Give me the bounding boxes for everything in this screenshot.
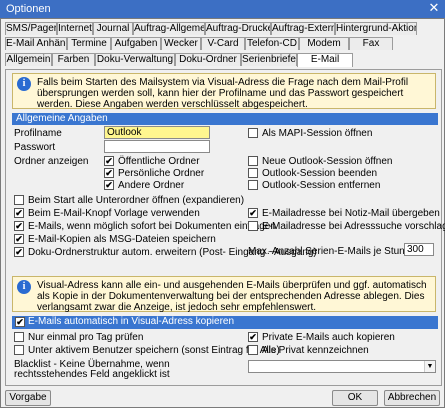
checkbox-label-outlook-session-entfernen: Outlook-Session entfernen	[262, 180, 381, 191]
tab-termine[interactable]: Termine	[67, 37, 111, 50]
tab-sms-pager[interactable]: SMS/Pager	[5, 22, 57, 35]
tab-row-3: Allgemein Farben Doku-Verwaltung Doku-Ordne…	[5, 53, 353, 67]
profile-info-box: i Falls beim Starten des Mailsystem via …	[12, 73, 436, 110]
tab-modem[interactable]: Modem	[299, 37, 349, 50]
checkbox-label-outlook-session-beenden: Outlook-Session beenden	[262, 168, 378, 179]
checkbox-label-als-privat-kennzeichnen: Als Privat kennzeichnen	[262, 345, 369, 356]
checkbox-beim-e-mail-knopf-vorlage-verwenden[interactable]: ✔	[14, 208, 24, 218]
copy-info-text: Visual-Adress kann alle ein- und ausgehe…	[37, 280, 427, 313]
tab-v-card[interactable]: V-Card	[201, 37, 245, 50]
checkbox-label-unter-aktivem-benutzer-speichern-sonst-eintrag-für-alle: Unter aktivem Benutzer speichern (sonst …	[28, 345, 280, 356]
close-icon[interactable]: ✕	[427, 1, 441, 16]
checkbox-label-neue-outlook-session-öffnen: Neue Outlook-Session öffnen	[262, 156, 393, 167]
tab-hintergrund-aktionen[interactable]: Hintergrund-Aktionen	[335, 22, 417, 35]
checkbox-label-persönliche-ordner: Persönliche Ordner	[118, 168, 205, 179]
checkbox-label-beim-e-mail-knopf-vorlage-verwenden: Beim E-Mail-Knopf Vorlage verwenden	[28, 208, 200, 219]
password-input[interactable]	[104, 140, 210, 153]
tab-doku-ordner[interactable]: Doku-Ordner	[175, 53, 241, 66]
checkbox-als-mapi-session-öffnen[interactable]	[248, 128, 258, 138]
password-label: Passwort	[14, 142, 56, 153]
tab-telefon-cd[interactable]: Telefon-CD	[245, 37, 299, 50]
max-serial-input[interactable]: 300	[404, 243, 434, 256]
tab-aufgaben[interactable]: Aufgaben	[111, 37, 161, 50]
tab-doku-verwaltung[interactable]: Doku-Verwaltung	[95, 53, 175, 66]
checkbox-e-mail-kopien-als-msg-dateien-speichern[interactable]: ✔	[14, 234, 24, 244]
ok-button[interactable]: OK	[332, 390, 378, 406]
checkbox-e-mails-wenn-möglich-sofort-bei-dokumenten-eintragen[interactable]: ✔	[14, 221, 24, 231]
checkbox-label-als-mapi-session-öffnen: Als MAPI-Session öffnen	[262, 128, 373, 139]
chevron-down-icon[interactable]: ▼	[424, 361, 435, 372]
tab-serienbriefe[interactable]: Serienbriefe	[241, 53, 297, 66]
profile-info-text: Falls beim Starten des Mailsystem via Vi…	[37, 77, 409, 110]
tab-auftrag-drucken[interactable]: Auftrag-Drucken	[205, 22, 271, 35]
checkbox-label-andere-ordner: Andere Ordner	[118, 180, 185, 191]
email-tab-panel: i Falls beim Starten des Mailsystem via …	[5, 69, 445, 386]
info-icon: i	[17, 280, 31, 294]
profile-name-label: Profilname	[14, 128, 62, 139]
copy-info-box: i Visual-Adress kann alle ein- und ausge…	[12, 276, 436, 313]
general-section-header: Allgemeine Angaben	[12, 113, 438, 125]
max-serial-label: Max. Anzahl Serien-E-Mails je Stunde	[248, 246, 416, 257]
tab-internet[interactable]: Internet	[57, 22, 93, 35]
checkbox-nur-einmal-pro-tag-prüfen[interactable]	[14, 332, 24, 342]
checkbox-als-privat-kennzeichnen[interactable]	[248, 345, 258, 355]
checkbox-label-e-mail-kopien-als-msg-dateien-speichern: E-Mail-Kopien als MSG-Dateien speichern	[28, 234, 216, 245]
checkbox-outlook-session-entfernen[interactable]	[248, 180, 258, 190]
info-icon: i	[17, 77, 31, 91]
tab-e-mail[interactable]: E-Mail	[297, 53, 353, 67]
checkbox-private-e-mails-auch-kopieren[interactable]: ✔	[248, 332, 258, 342]
checkbox-outlook-session-beenden[interactable]	[248, 168, 258, 178]
tab-farben[interactable]: Farben	[52, 53, 95, 66]
tab-wecker[interactable]: Wecker	[161, 37, 201, 50]
auto-copy-section: ✔ E-Mails automatisch in Visual-Adress k…	[12, 316, 438, 329]
checkbox-label-e-mailadresse-bei-adresssuche-vorschlagen: E-Mailadresse bei Adresssuche vorschlage…	[262, 221, 445, 232]
tab-auftrag-allgemein[interactable]: Auftrag-Allgemein	[133, 22, 205, 35]
checkbox-doku-ordnerstruktur-autom-erweitern-post-eingang-ausgang[interactable]: ✔	[14, 247, 24, 257]
tab-allgemein[interactable]: Allgemein	[5, 53, 52, 66]
tab-auftrag-extern[interactable]: Auftrag-Extern	[271, 22, 335, 35]
checkbox-label-beim-start-alle-unterordner-öffnen-expandieren: Beim Start alle Unterordner öffnen (expa…	[28, 195, 245, 206]
show-folders-label: Ordner anzeigen	[14, 156, 89, 167]
cancel-button[interactable]: Abbrechen	[384, 390, 440, 406]
title-bar: Optionen ✕	[0, 0, 445, 18]
blacklist-select[interactable]: ▼	[248, 360, 436, 373]
tab-row-1: SMS/PagerInternetJournalAuftrag-Allgemei…	[5, 22, 417, 35]
auto-copy-label: E-Mails automatisch in Visual-Adress kop…	[28, 316, 235, 327]
checkbox-öffentliche-ordner[interactable]: ✔	[104, 156, 114, 166]
tab-journal[interactable]: Journal	[93, 22, 133, 35]
checkbox-e-mailadresse-bei-adresssuche-vorschlagen[interactable]	[248, 221, 258, 231]
window-title: Optionen	[6, 3, 51, 15]
defaults-button[interactable]: Vorgabe	[5, 390, 51, 406]
blacklist-label: Blacklist - Keine Übernahme, wenn rechts…	[14, 359, 170, 380]
checkbox-label-nur-einmal-pro-tag-prüfen: Nur einmal pro Tag prüfen	[28, 332, 144, 343]
checkbox-label-öffentliche-ordner: Öffentliche Ordner	[118, 156, 200, 167]
checkbox-label-e-mails-wenn-möglich-sofort-bei-dokumenten-eintragen: E-Mails, wenn möglich sofort bei Dokumen…	[28, 221, 276, 232]
options-window: SMS/PagerInternetJournalAuftrag-Allgemei…	[0, 18, 445, 408]
checkbox-neue-outlook-session-öffnen[interactable]	[248, 156, 258, 166]
tab-e-mail-anhänge[interactable]: E-Mail Anhänge	[5, 37, 67, 50]
checkbox-label-e-mailadresse-bei-notiz-mail-übergeben: E-Mailadresse bei Notiz-Mail übergeben	[262, 208, 440, 219]
profile-name-input[interactable]: Outlook	[104, 126, 210, 139]
checkbox-persönliche-ordner[interactable]: ✔	[104, 168, 114, 178]
checkbox-beim-start-alle-unterordner-öffnen-expandieren[interactable]	[14, 195, 24, 205]
checkbox-andere-ordner[interactable]: ✔	[104, 180, 114, 190]
checkbox-e-mailadresse-bei-notiz-mail-übergeben[interactable]: ✔	[248, 208, 258, 218]
checkbox-label-private-e-mails-auch-kopieren: Private E-Mails auch kopieren	[262, 332, 395, 343]
auto-copy-checkbox[interactable]: ✔	[15, 317, 25, 327]
tab-fax[interactable]: Fax	[349, 37, 393, 50]
tab-row-2: E-Mail AnhängeTermineAufgabenWeckerV-Car…	[5, 37, 393, 50]
checkbox-unter-aktivem-benutzer-speichern-sonst-eintrag-für-alle[interactable]	[14, 345, 24, 355]
